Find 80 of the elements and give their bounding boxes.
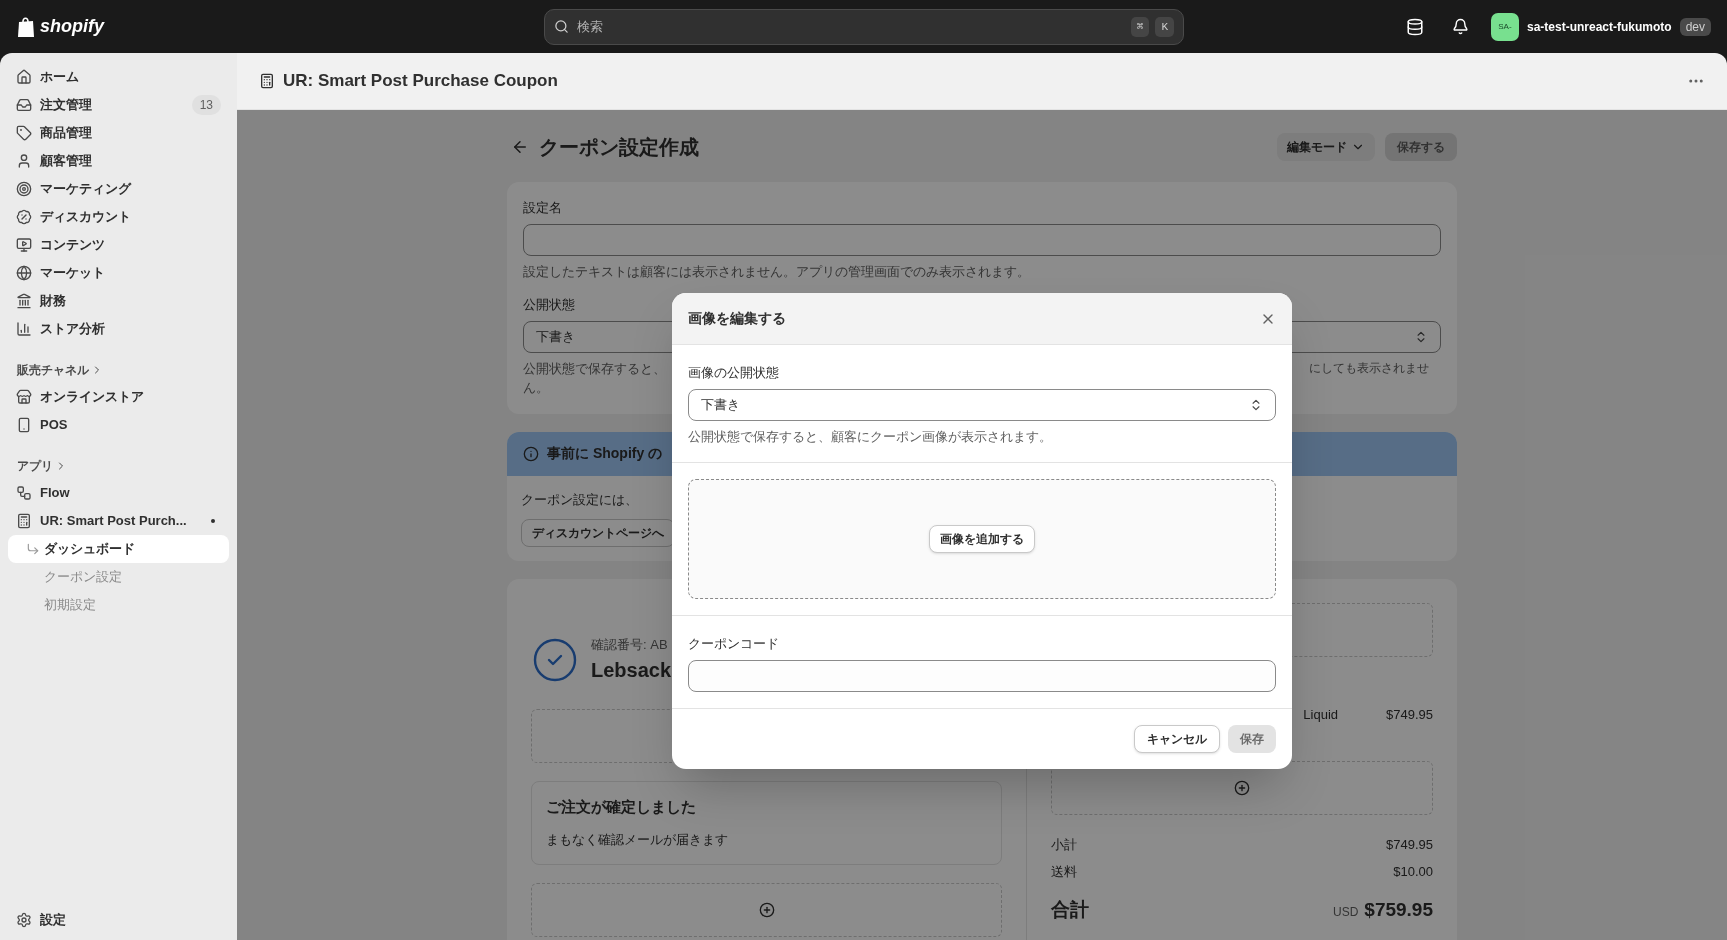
logo-text: shopify [40, 15, 104, 38]
settings-icon [16, 912, 32, 928]
hint-text: にしても表示されませ [1309, 359, 1429, 377]
store-icon [16, 389, 32, 405]
sidebar-item[interactable]: 設定 [40, 910, 66, 930]
product-price: $749.95 [1386, 706, 1433, 724]
sidebar-item[interactable]: 顧客管理 [40, 151, 92, 171]
sidebar-item[interactable]: ストア分析 [40, 319, 105, 339]
home-icon [16, 69, 32, 85]
cancel-button[interactable]: キャンセル [1134, 724, 1220, 753]
sidebar-item[interactable]: 財務 [40, 291, 66, 311]
total-label: 合計 [1051, 897, 1089, 922]
coupon-code-input[interactable] [688, 659, 1276, 692]
sidebar-item[interactable]: POS [40, 415, 68, 435]
field-label: 画像の公開状態 [688, 364, 780, 382]
app-title: UR: Smart Post Purchase Coupon [283, 70, 558, 93]
tag-icon [16, 125, 32, 141]
notification-icon[interactable] [1451, 18, 1469, 35]
sidebar-item[interactable]: ホーム [40, 67, 79, 87]
inbox-icon [16, 97, 32, 113]
sidebar-item[interactable]: 商品管理 [40, 123, 92, 143]
summary-label: 送料 [1051, 863, 1077, 881]
order-title: ご注文が確定しました [546, 796, 697, 817]
product-name: Liquid [1303, 706, 1338, 724]
add-icon [758, 901, 775, 918]
summary-value: $10.00 [1393, 863, 1433, 881]
sidebar-item[interactable]: Flow [40, 483, 70, 503]
banner-title: 事前に Shopify の [547, 444, 663, 463]
customer-name: Lebsack [591, 657, 672, 683]
sidebar-item[interactable]: 注文管理 [40, 95, 92, 115]
image-status-select[interactable]: 下書き [688, 388, 1276, 421]
hint-text: 設定したテキストは顧客には表示されません。アプリの管理画面でのみ表示されます。 [523, 262, 1031, 281]
name-input[interactable] [523, 223, 1441, 256]
add-image-button[interactable]: 画像を追加する [929, 525, 1035, 553]
target-icon [16, 181, 32, 197]
page-title: クーポン設定作成 [539, 135, 699, 160]
avatar[interactable]: SA- [1490, 12, 1519, 41]
section-heading[interactable]: アプリ [17, 457, 53, 475]
database-icon[interactable] [1405, 17, 1424, 36]
sidebar-item[interactable]: UR: Smart Post Purch... [40, 511, 187, 531]
summary-value: $749.95 [1386, 835, 1433, 854]
total-value: $759.95 [1364, 897, 1433, 922]
shopping-bag-icon [16, 15, 36, 38]
image-dropzone[interactable]: 画像を追加する [688, 479, 1276, 599]
summary-label: 小計 [1051, 835, 1077, 854]
currency-code: USD [1332, 903, 1359, 921]
info-icon [523, 445, 539, 462]
bar-chart-icon [16, 321, 32, 337]
sidebar-item[interactable]: マーケット [40, 263, 105, 283]
dev-badge: dev [1679, 17, 1711, 36]
count-badge: 13 [191, 95, 221, 115]
field-label: 公開状態 [523, 296, 576, 314]
bank-icon [16, 293, 32, 309]
search-icon [554, 18, 569, 34]
order-text: まもなく確認メールが届きます [546, 831, 729, 849]
flow-icon [16, 485, 32, 501]
field-label: クーポンコード [688, 635, 780, 653]
globe-icon [16, 265, 32, 281]
monitor-icon [16, 237, 32, 253]
confirmation-number: 確認番号: AB [591, 636, 669, 654]
app-icon [259, 73, 275, 89]
sidebar-item[interactable]: ディスカウント [40, 207, 131, 227]
hint-text: 公開状態で保存すると、顧客にクーポン画像が表示されます。 [688, 427, 1053, 446]
percent-badge-icon [16, 209, 32, 225]
banner-text: クーポン設定には、 [521, 490, 638, 509]
sidebar-item[interactable]: マーケティング [40, 179, 131, 199]
tree-branch-icon [26, 542, 40, 556]
phone-icon [16, 417, 32, 433]
add-icon [1234, 779, 1250, 796]
store-name[interactable]: sa-test-unreact-fukumoto [1526, 17, 1672, 36]
sidebar-item[interactable]: コンテンツ [40, 235, 105, 255]
app-icon [16, 513, 32, 529]
field-label: 設定名 [523, 199, 563, 217]
hint-text: ん。 [523, 379, 550, 397]
mode-dropdown[interactable]: 編集モード [1277, 133, 1375, 161]
section-heading[interactable]: 販売チャネル [17, 361, 89, 379]
sidebar-item[interactable]: オンラインストア [40, 387, 144, 407]
hint-text: 公開状態で保存すると、 [523, 359, 666, 378]
dialog-title: 画像を編集する [688, 309, 786, 328]
person-icon [16, 153, 32, 169]
